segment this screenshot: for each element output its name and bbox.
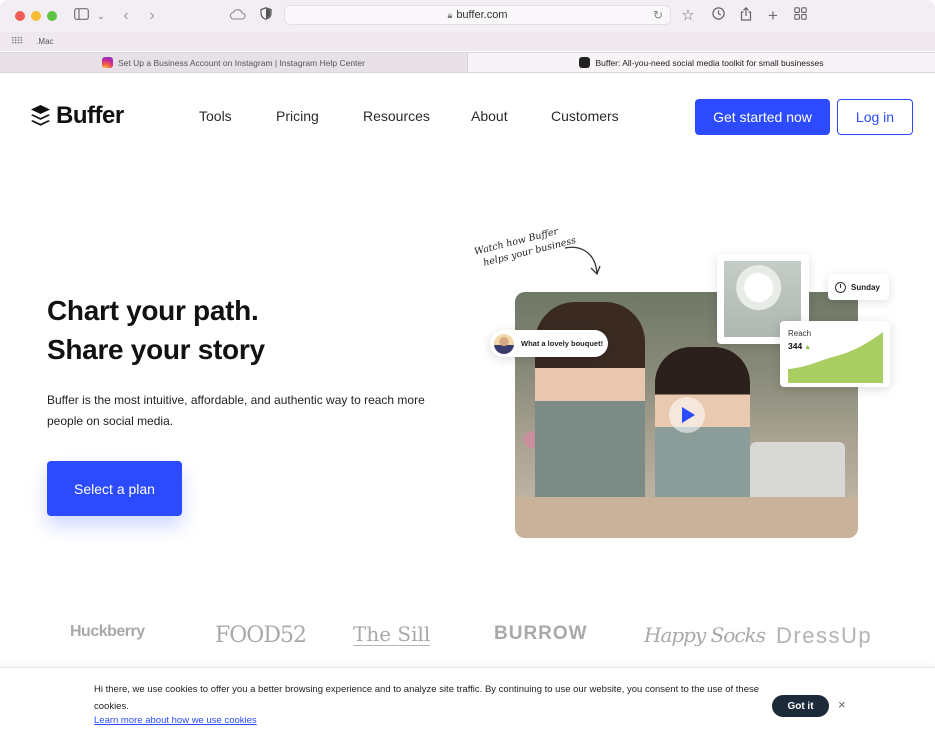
sidebar-toggle-icon[interactable] — [73, 7, 89, 25]
cookie-message: Hi there, we use cookies to offer you a … — [94, 684, 760, 712]
site-header: Buffer Tools Pricing Resources About Cus… — [0, 74, 935, 160]
reach-stats-card: Reach 344 ▲ — [780, 321, 890, 387]
logo-dressup: DressUp — [776, 623, 873, 648]
browser-toolbar: ⌄ ‹ › 🔒︎ buffer.com ↻ ☆ + — [0, 0, 935, 32]
close-window-button[interactable] — [15, 11, 25, 21]
new-tab-icon[interactable]: + — [765, 7, 781, 25]
cookie-accept-button[interactable]: Got it — [772, 695, 829, 717]
cookie-learn-more-link[interactable]: Learn more about how we use cookies — [94, 715, 257, 726]
nav-about[interactable]: About — [471, 108, 508, 124]
schedule-day: Sunday — [851, 282, 880, 292]
logo-huckberry: Huckberry — [70, 623, 145, 640]
nav-customers[interactable]: Customers — [551, 108, 619, 124]
lock-icon: 🔒︎ — [447, 9, 453, 20]
instagram-favicon-icon — [102, 57, 114, 68]
login-button[interactable]: Log in — [837, 99, 913, 135]
nav-resources[interactable]: Resources — [363, 108, 430, 124]
url-text: buffer.com — [456, 9, 508, 21]
schedule-day-card: Sunday — [828, 274, 889, 300]
privacy-shield-icon[interactable] — [259, 7, 273, 25]
bookmark-mac[interactable]: .Mac — [36, 37, 53, 46]
tab-buffer[interactable]: Buffer: All-you-need social media toolki… — [467, 53, 935, 72]
buffer-logo-icon — [30, 104, 51, 128]
logo-food52: FOOD52 — [215, 623, 307, 648]
browser-window: ⌄ ‹ › 🔒︎ buffer.com ↻ ☆ + ⠿⠿ .Mac Set Up… — [0, 0, 935, 739]
tab-bar: Set Up a Business Account on Instagram |… — [0, 52, 935, 73]
cookie-banner: Hi there, we use cookies to offer you a … — [0, 667, 935, 739]
commenter-avatar — [494, 333, 514, 354]
forward-icon[interactable]: › — [145, 7, 159, 25]
hero-title: Chart your path. Share your story — [47, 291, 265, 369]
reach-chart — [788, 332, 883, 383]
tab-overview-icon[interactable] — [792, 7, 808, 25]
tab-label: Buffer: All-you-need social media toolki… — [595, 57, 824, 68]
comment-text: What a lovely bouquet! — [521, 339, 604, 348]
play-button-icon[interactable] — [669, 397, 705, 433]
hero-description: Buffer is the most intuitive, affordable… — [47, 393, 425, 428]
customer-logos: Huckberry FOOD52 The Sill BURROW Happy S… — [0, 615, 935, 655]
icloud-icon[interactable] — [228, 7, 246, 25]
nav-pricing[interactable]: Pricing — [276, 108, 319, 124]
hero-title-line-1: Chart your path. — [47, 295, 259, 326]
bookmarks-bar: ⠿⠿ .Mac — [0, 32, 935, 51]
video-table — [515, 497, 858, 538]
share-icon[interactable] — [738, 6, 754, 26]
back-icon[interactable]: ‹ — [119, 7, 133, 25]
address-bar[interactable]: 🔒︎ buffer.com ↻ — [284, 5, 671, 25]
history-icon[interactable] — [710, 7, 726, 25]
close-icon[interactable]: × — [838, 697, 846, 712]
zoom-window-button[interactable] — [47, 11, 57, 21]
curved-arrow-icon — [564, 246, 601, 276]
apps-grid-icon[interactable]: ⠿⠿ — [11, 36, 23, 47]
buffer-logo[interactable]: Buffer — [30, 102, 124, 130]
logo-the-sill: The Sill — [353, 622, 431, 646]
tab-label: Set Up a Business Account on Instagram |… — [118, 57, 365, 68]
get-started-button[interactable]: Get started now — [695, 99, 830, 135]
select-plan-button[interactable]: Select a plan — [47, 461, 182, 516]
hero-title-line-2: Share your story — [47, 334, 265, 365]
window-controls — [15, 11, 57, 21]
reload-icon[interactable]: ↻ — [653, 8, 663, 22]
logo-happy-socks: Happy Socks — [644, 623, 766, 647]
chevron-down-icon[interactable]: ⌄ — [96, 7, 106, 25]
logo-wordmark: Buffer — [56, 102, 124, 129]
tab-instagram-help[interactable]: Set Up a Business Account on Instagram |… — [0, 53, 467, 72]
clock-icon — [835, 281, 846, 293]
buffer-favicon-icon — [579, 57, 591, 68]
minimize-window-button[interactable] — [31, 11, 41, 21]
nav-tools[interactable]: Tools — [199, 108, 232, 124]
logo-burrow: BURROW — [494, 623, 588, 644]
comment-bubble: What a lovely bouquet! — [490, 330, 608, 357]
bookmark-star-icon[interactable]: ☆ — [680, 7, 696, 25]
